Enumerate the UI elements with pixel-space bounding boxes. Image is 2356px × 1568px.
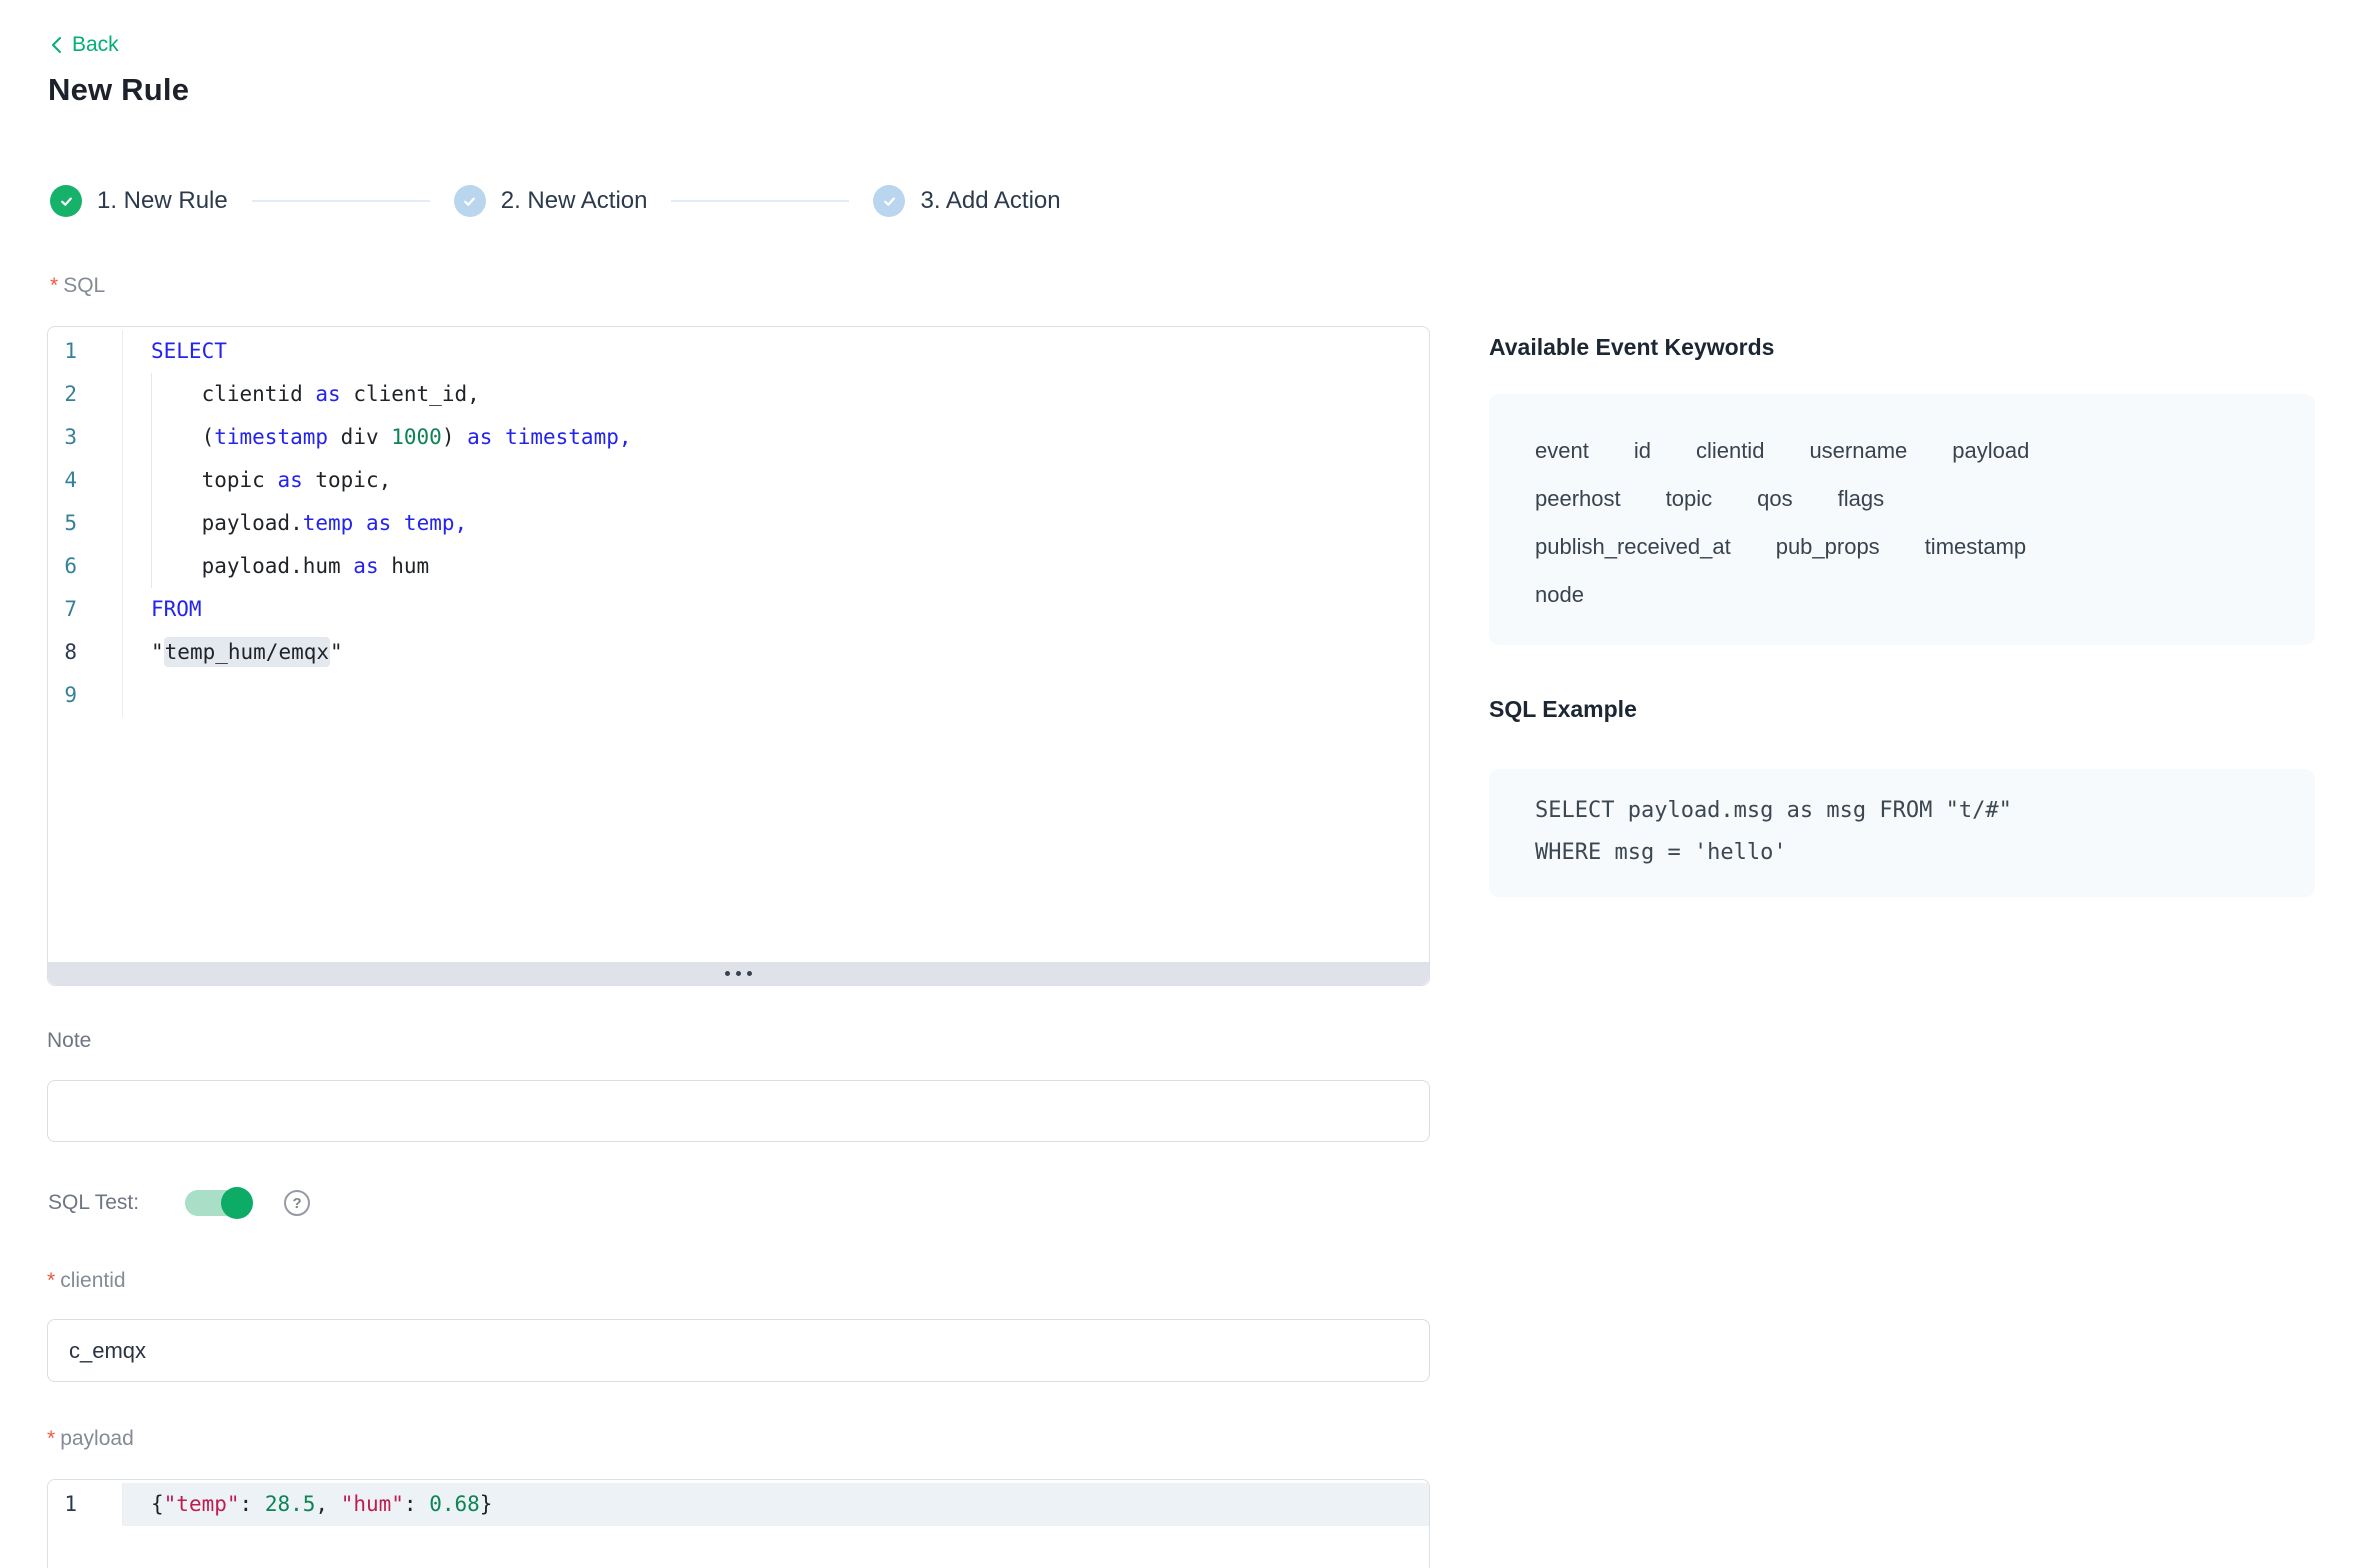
help-icon[interactable]: ?: [284, 1190, 310, 1216]
keyword-item: flags: [1838, 475, 1884, 523]
toggle-knob: [221, 1187, 253, 1219]
sql-editor[interactable]: 1SELECT2 clientid as client_id,3 (timest…: [47, 326, 1430, 986]
sql-example-panel: SELECT payload.msg as msg FROM "t/#"WHER…: [1489, 769, 2315, 897]
code-text: payload.hum as hum: [123, 545, 1429, 588]
sql-test-toggle[interactable]: [185, 1190, 251, 1216]
payload-editor-content[interactable]: 1{"temp": 28.5, "hum": 0.68}: [48, 1480, 1429, 1526]
code-text: topic as topic,: [123, 459, 1429, 502]
clientid-input[interactable]: [47, 1319, 1430, 1382]
code-line: 1SELECT: [48, 330, 1429, 373]
code-line: 6 payload.hum as hum: [48, 545, 1429, 588]
clientid-field-label: *clientid: [47, 1269, 126, 1293]
step-label: 1. New Rule: [97, 187, 228, 215]
keywords-title: Available Event Keywords: [1489, 334, 1774, 361]
keyword-item: qos: [1757, 475, 1792, 523]
sql-test-label: SQL Test:: [48, 1191, 139, 1215]
step-new-action[interactable]: 2. New Action: [454, 185, 648, 217]
example-code-line: SELECT payload.msg as msg FROM "t/#": [1535, 790, 2269, 832]
code-line: 5 payload.temp as temp,: [48, 502, 1429, 545]
keyword-item: payload: [1952, 427, 2029, 475]
editor-resize-handle[interactable]: [48, 962, 1429, 985]
step-add-action[interactable]: 3. Add Action: [873, 185, 1060, 217]
new-rule-page: Back New Rule 1. New Rule 2. New Action …: [0, 0, 2356, 1568]
payload-field-label: *payload: [47, 1427, 134, 1451]
sql-test-row: SQL Test: ?: [48, 1188, 310, 1218]
keyword-row: publish_received_at pub_props timestamp: [1535, 523, 2269, 571]
step-new-rule[interactable]: 1. New Rule: [50, 185, 228, 217]
resize-dot: [725, 971, 730, 976]
resize-dot: [747, 971, 752, 976]
code-line: 4 topic as topic,: [48, 459, 1429, 502]
keyword-row: eventid clientid username payload: [1535, 427, 2269, 475]
required-asterisk: *: [50, 274, 58, 297]
code-text: {"temp": 28.5, "hum": 0.68}: [123, 1483, 1429, 1526]
keyword-item: event: [1535, 427, 1589, 475]
back-label: Back: [72, 33, 119, 57]
resize-dot: [736, 971, 741, 976]
code-line: 3 (timestamp div 1000) as timestamp,: [48, 416, 1429, 459]
payload-label-text: payload: [60, 1427, 134, 1450]
line-number: 6: [48, 545, 123, 588]
keyword-item: pub_props: [1776, 523, 1880, 571]
required-asterisk: *: [47, 1269, 55, 1292]
sql-field-label: *SQL: [50, 274, 105, 298]
line-number: 1: [48, 330, 123, 373]
keyword-item: id: [1634, 427, 1651, 475]
note-input[interactable]: [47, 1080, 1430, 1142]
back-link[interactable]: Back: [50, 33, 119, 57]
code-line: 7FROM: [48, 588, 1429, 631]
keyword-item: peerhost: [1535, 475, 1621, 523]
code-text: FROM: [123, 588, 1429, 631]
sql-example-title: SQL Example: [1489, 696, 1637, 723]
keyword-item: clientid: [1696, 427, 1764, 475]
step-label: 2. New Action: [501, 187, 648, 215]
code-line: 8"temp_hum/emqx": [48, 631, 1429, 674]
stepper: 1. New Rule 2. New Action 3. Add Action: [50, 183, 1061, 219]
keyword-item: node: [1535, 571, 1584, 619]
line-number: 5: [48, 502, 123, 545]
keyword-item: username: [1809, 427, 1907, 475]
line-number: 2: [48, 373, 123, 416]
step-connector: [252, 200, 430, 202]
note-field-label: Note: [47, 1029, 91, 1053]
code-line: 2 clientid as client_id,: [48, 373, 1429, 416]
code-text: SELECT: [123, 330, 1429, 373]
clientid-label-text: clientid: [60, 1269, 125, 1292]
code-line: 9: [48, 674, 1429, 717]
chevron-left-icon: [50, 35, 63, 55]
code-text: (timestamp div 1000) as timestamp,: [123, 416, 1429, 459]
keywords-panel: eventid clientid username payload peerhost to…: [1489, 394, 2315, 645]
check-circle-icon: [50, 185, 82, 217]
check-circle-icon: [454, 185, 486, 217]
line-number: 7: [48, 588, 123, 631]
keyword-item: timestamp: [1925, 523, 2026, 571]
page-title: New Rule: [48, 72, 189, 108]
line-number: 3: [48, 416, 123, 459]
example-code-line: WHERE msg = 'hello': [1535, 832, 2269, 874]
sql-editor-content[interactable]: 1SELECT2 clientid as client_id,3 (timest…: [48, 327, 1429, 962]
keyword-row: peerhost topic qos flags: [1535, 475, 2269, 523]
keyword-item: topic: [1666, 475, 1712, 523]
step-connector: [671, 200, 849, 202]
check-circle-icon: [873, 185, 905, 217]
payload-editor[interactable]: 1{"temp": 28.5, "hum": 0.68}: [47, 1479, 1430, 1568]
keyword-row: node: [1535, 571, 2269, 619]
code-line: 1{"temp": 28.5, "hum": 0.68}: [48, 1483, 1429, 1526]
keyword-item: publish_received_at: [1535, 523, 1731, 571]
required-asterisk: *: [47, 1427, 55, 1450]
code-text: [123, 674, 1429, 717]
code-text: clientid as client_id,: [123, 373, 1429, 416]
line-number: 4: [48, 459, 123, 502]
line-number: 8: [48, 631, 123, 674]
line-number: 1: [48, 1483, 123, 1526]
sql-label-text: SQL: [63, 274, 105, 297]
step-label: 3. Add Action: [920, 187, 1060, 215]
code-text: payload.temp as temp,: [123, 502, 1429, 545]
code-text: "temp_hum/emqx": [123, 631, 1429, 674]
line-number: 9: [48, 674, 123, 717]
